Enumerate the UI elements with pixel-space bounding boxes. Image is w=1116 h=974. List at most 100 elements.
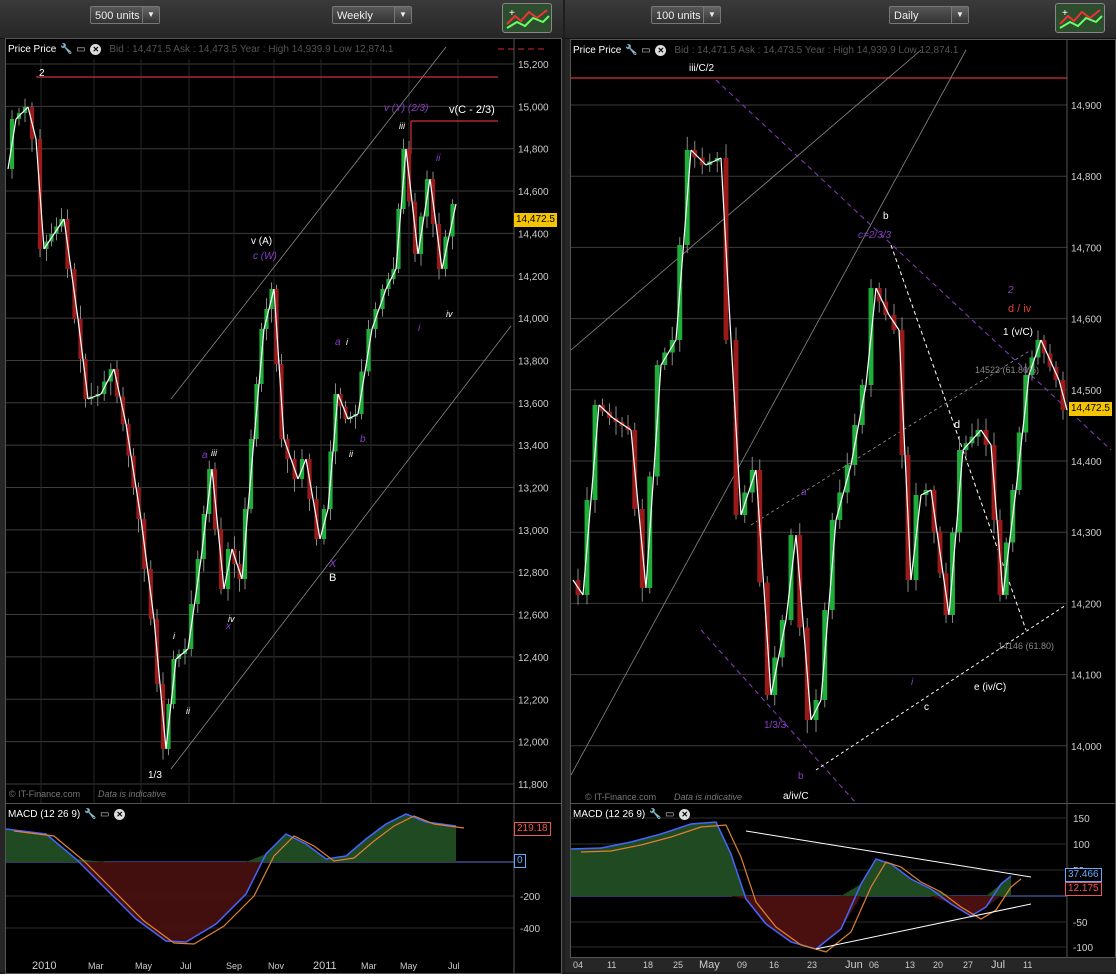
- left-chart-title: Price Price: [8, 43, 57, 55]
- wave-label-i2: i: [346, 337, 349, 347]
- right-units-value: 100 units: [656, 10, 701, 22]
- right-macd-tick: -100: [1073, 943, 1093, 954]
- right-y-tick: 14,300: [1071, 528, 1102, 539]
- left-indicative: Data is indicative: [98, 789, 166, 799]
- left-x-tick: May: [400, 961, 418, 971]
- right-macd-tick: 150: [1073, 814, 1090, 825]
- window-icon[interactable]: ▭: [640, 45, 651, 56]
- fib-label-2: 14146 (61.80): [998, 641, 1054, 651]
- left-watermark: © IT-Finance.com: [9, 789, 80, 799]
- left-units-select[interactable]: 500 units ▼: [90, 6, 160, 24]
- left-y-tick: 14,200: [518, 272, 549, 283]
- wave-label-a: a: [202, 450, 208, 461]
- wave-label-2: 2: [1007, 285, 1014, 296]
- window-icon[interactable]: ▭: [664, 809, 675, 820]
- right-macd-tick: 100: [1073, 840, 1090, 851]
- wave-label-iii: iii: [211, 448, 218, 458]
- svg-text:+: +: [1062, 8, 1068, 19]
- left-y-tick: 14,600: [518, 187, 549, 198]
- right-x-tick: 18: [643, 960, 653, 970]
- logo-icon[interactable]: +: [502, 3, 552, 33]
- right-macd-bot-tag: 12.175: [1065, 882, 1102, 896]
- wave-label-b: b: [883, 211, 889, 222]
- left-quote: Bid : 14,471.5 Ask : 14,473.5 Year : Hig…: [109, 43, 394, 55]
- left-y-tick: 15,200: [518, 60, 549, 71]
- dropdown-arrow-icon: ▼: [703, 7, 720, 23]
- left-y-tick: 13,000: [518, 526, 549, 537]
- wave-label-a-iv-C: a/iv/C: [783, 791, 809, 802]
- wave-label-i: i: [173, 631, 176, 641]
- left-y-tick: 13,600: [518, 399, 549, 410]
- right-timeframe-select[interactable]: Daily ▼: [889, 6, 969, 24]
- left-y-tick: 12,200: [518, 695, 549, 706]
- right-last-price-tag: 14,472.5: [1069, 402, 1112, 416]
- right-units-select[interactable]: 100 units ▼: [651, 6, 721, 24]
- wave-label-iii2: iii: [399, 121, 406, 131]
- wave-label-x: x: [225, 621, 232, 632]
- window-icon[interactable]: ▭: [75, 44, 86, 55]
- right-x-tick: May: [699, 959, 720, 971]
- right-x-tick: 23: [807, 960, 817, 970]
- left-y-tick: 12,600: [518, 611, 549, 622]
- wave-label-c-2-3-3: c=2/3/3: [858, 230, 892, 241]
- left-x-tick: Jul: [180, 961, 192, 971]
- left-y-tick: 12,400: [518, 653, 549, 664]
- left-y-tick: 14,800: [518, 145, 549, 156]
- wave-label-i3: i: [418, 323, 421, 334]
- dropdown-arrow-icon: ▼: [394, 7, 411, 23]
- right-y-tick: 14,700: [1071, 243, 1102, 254]
- wrench-icon[interactable]: 🔧: [60, 44, 72, 55]
- right-x-tick: Jul: [991, 959, 1005, 971]
- right-x-tick: 27: [963, 960, 973, 970]
- right-y-tick: 14,500: [1071, 386, 1102, 397]
- right-macd-chart[interactable]: 15010050-50-100 MACD (12 26 9) 🔧 ▭ ✕ 37.…: [570, 803, 1116, 958]
- left-y-tick: 14,000: [518, 314, 549, 325]
- left-x-tick: Mar: [88, 961, 104, 971]
- left-y-tick: 15,000: [518, 102, 549, 113]
- left-pane: 500 units ▼ Weekly ▼ + 15,200 15,000 14,80…: [0, 0, 563, 974]
- left-chart-header: Price Price 🔧 ▭ ✕ Bid : 14,471.5 Ask : 1…: [8, 41, 393, 57]
- wave-label-1-v-C: 1 (v/C): [1003, 327, 1033, 338]
- left-y-tick: 11,800: [518, 780, 548, 791]
- wave-label-2: 2: [39, 68, 45, 79]
- left-price-chart[interactable]: 15,200 15,000 14,800 14,600 14,400 14,200 14,0…: [5, 38, 562, 804]
- svg-text:+: +: [509, 8, 515, 19]
- logo-icon[interactable]: +: [1055, 3, 1105, 33]
- right-chart-header: Price Price 🔧 ▭ ✕ Bid : 14,471.5 Ask : 1…: [573, 42, 958, 58]
- left-units-value: 500 units: [95, 10, 140, 22]
- wrench-icon[interactable]: 🔧: [649, 809, 661, 820]
- close-icon[interactable]: ✕: [90, 43, 102, 55]
- close-icon[interactable]: ✕: [114, 808, 126, 820]
- left-macd-header: MACD (12 26 9) 🔧 ▭ ✕: [8, 806, 126, 822]
- wave-label-iv3: iv: [446, 309, 453, 319]
- wave-label-X: X: [328, 558, 337, 570]
- fib-label-1: 14523 (61.80%): [975, 365, 1039, 375]
- wrench-icon[interactable]: 🔧: [625, 45, 637, 56]
- close-icon[interactable]: ✕: [655, 44, 667, 56]
- left-y-tick: 13,400: [518, 441, 549, 452]
- right-macd-title: MACD (12 26 9): [573, 808, 646, 820]
- left-price-close-line: [125, 423, 142, 520]
- left-x-tick: Sep: [226, 961, 242, 971]
- wave-label-i: i: [911, 677, 914, 688]
- wave-label-c: c: [924, 702, 929, 713]
- left-last-price-tag: 14,472.5: [514, 213, 557, 227]
- left-timeframe-select[interactable]: Weekly ▼: [332, 6, 412, 24]
- right-toolbar: 100 units ▼ Daily ▼ +: [565, 0, 1116, 39]
- right-price-chart[interactable]: 14,900 14,800 14,700 14,600 14,500 14,400 14,3…: [570, 39, 1116, 804]
- left-timeframe-value: Weekly: [337, 10, 373, 22]
- right-x-tick: 16: [769, 960, 779, 970]
- right-indicative: Data is indicative: [674, 792, 742, 802]
- left-macd-chart[interactable]: -200 -400 MACD (12 26 9) 🔧 ▭ ✕ 219.18 0: [5, 803, 562, 974]
- right-quote: Bid : 14,471.5 Ask : 14,473.5 Year : Hig…: [674, 44, 959, 56]
- channel-line: [170, 46, 447, 400]
- wave-label-d: d: [954, 419, 960, 431]
- right-x-tick: 11: [607, 960, 616, 970]
- wrench-icon[interactable]: 🔧: [84, 809, 96, 820]
- window-icon[interactable]: ▭: [99, 809, 110, 820]
- close-icon[interactable]: ✕: [679, 808, 691, 820]
- dropdown-arrow-icon: ▼: [142, 7, 159, 23]
- left-macd-title: MACD (12 26 9): [8, 808, 81, 820]
- wave-label-d-iv: d / iv: [1008, 303, 1032, 315]
- right-x-tick: 11: [1023, 960, 1032, 970]
